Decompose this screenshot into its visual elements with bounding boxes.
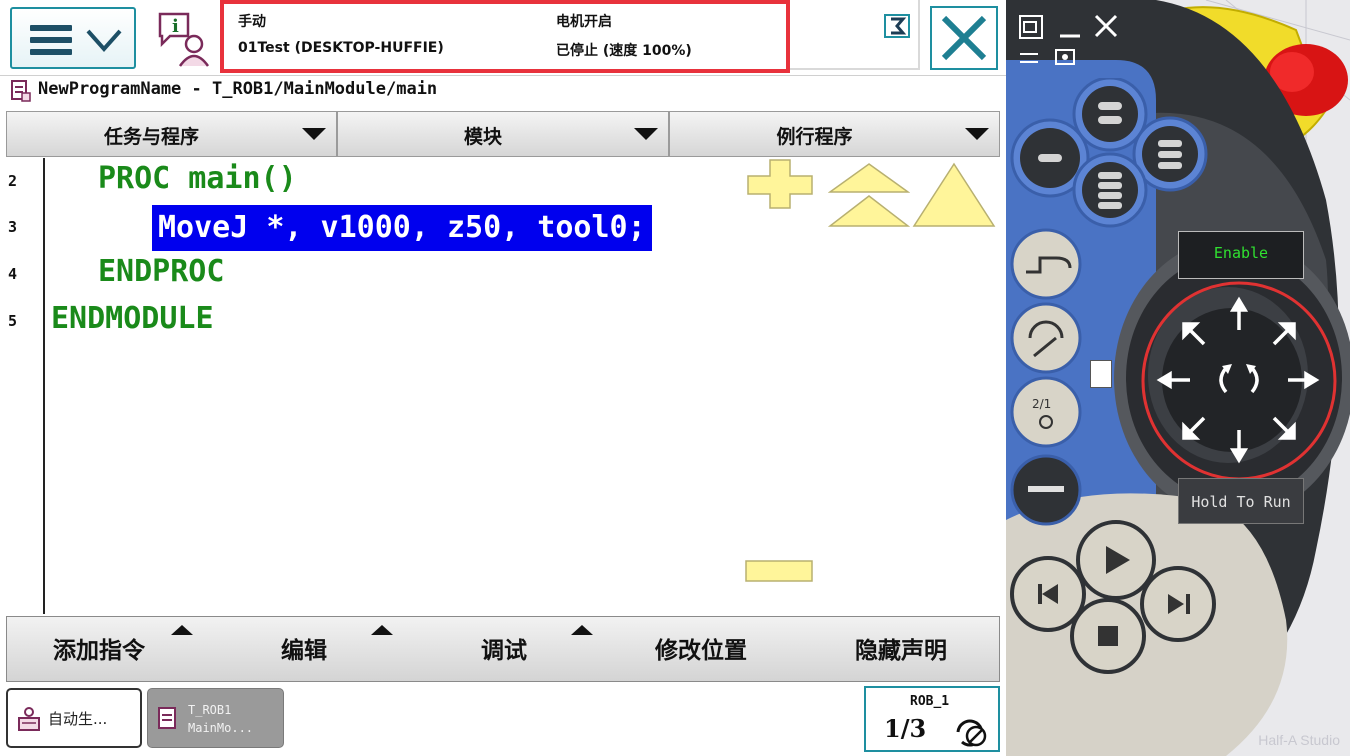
tab-label: 模块 xyxy=(463,126,502,148)
programmable-keys[interactable] xyxy=(1008,78,1228,248)
bottom-command-bar: 添加指令 编辑 调试 修改位置 隐藏声明 xyxy=(6,616,1000,682)
line-number: 3 xyxy=(8,218,18,236)
tab-label: 任务与程序 xyxy=(103,126,199,148)
operation-mode: 手动 xyxy=(238,14,266,30)
minimize-button[interactable] xyxy=(1056,10,1082,36)
joystick-lock-icon[interactable] xyxy=(1090,360,1112,388)
program-path: NewProgramName - T_ROB1/MainModule/main xyxy=(38,79,438,99)
flexpendant-screen: i 手动 电机开启 01Test (DESKTOP-HUFFIE) 已停止 (速… xyxy=(0,0,1006,756)
tab-modules[interactable]: 模块 xyxy=(337,111,669,157)
line-number: 4 xyxy=(8,265,18,283)
hamburger-icon xyxy=(30,25,72,55)
restore-button[interactable] xyxy=(1018,10,1044,36)
controller-name: 01Test (DESKTOP-HUFFIE) xyxy=(238,40,444,56)
increment-off-icon xyxy=(956,719,987,747)
code-editor[interactable]: 2 3 4 5 PROC main() MoveJ *, v1000, z50,… xyxy=(6,158,1000,614)
virtual-pendant-hardware: 2/1 Enable Hold To Run Half-A Studio xyxy=(1006,0,1350,756)
quickset-speed-icon[interactable] xyxy=(884,14,910,38)
svg-text:2/1: 2/1 xyxy=(1032,397,1051,411)
code-line[interactable]: PROC main() xyxy=(98,161,297,196)
status-bar[interactable]: 手动 电机开启 01Test (DESKTOP-HUFFIE) 已停止 (速度 … xyxy=(220,0,790,73)
zoom-out-icon[interactable] xyxy=(744,558,816,586)
breadcrumb: NewProgramName - T_ROB1/MainModule/main xyxy=(0,76,1006,108)
line-number-gutter: 2 3 4 5 xyxy=(6,158,45,614)
svg-text:i: i xyxy=(172,16,179,37)
program-run-state: 已停止 (速度 100%) xyxy=(556,43,692,59)
dropdown-arrow-icon xyxy=(634,128,658,140)
editor-tabs: 任务与程序 模块 例行程序 xyxy=(6,111,1000,157)
close-button[interactable] xyxy=(930,6,998,70)
top-bar: i 手动 电机开启 01Test (DESKTOP-HUFFIE) 已停止 (速… xyxy=(0,0,1006,76)
tab-tasks-and-programs[interactable]: 任务与程序 xyxy=(6,111,337,157)
enable-button[interactable]: Enable xyxy=(1178,231,1304,279)
joystick[interactable] xyxy=(1138,280,1340,484)
hold-to-run-label: Hold To Run xyxy=(1191,493,1291,511)
main-menu-button[interactable] xyxy=(10,7,136,69)
motor-state: 电机开启 xyxy=(556,14,612,30)
menu-up-arrow-icon xyxy=(571,625,593,635)
task-label: 自动生... xyxy=(48,710,108,728)
close-icon xyxy=(941,15,987,61)
chevron-down-icon xyxy=(86,29,122,53)
code-line[interactable]: ENDMODULE xyxy=(51,301,214,336)
program-editor-icon xyxy=(158,707,176,729)
tab-label: 例行程序 xyxy=(776,126,853,148)
task-program-editor[interactable]: T_ROB1 MainMo... xyxy=(147,688,284,748)
menu-up-arrow-icon xyxy=(171,625,193,635)
add-instruction-button[interactable]: 添加指令 xyxy=(53,631,145,665)
line-number: 2 xyxy=(8,172,18,190)
dropdown-arrow-icon xyxy=(965,128,989,140)
selected-code-line[interactable]: MoveJ *, v1000, z50, tool0; xyxy=(152,205,652,251)
watermark: Half-A Studio xyxy=(1258,732,1340,748)
increment-fraction: 1/3 xyxy=(884,714,927,743)
taskbar: 自动生... T_ROB1 MainMo... ROB_1 1/3 xyxy=(0,684,1006,756)
edit-button[interactable]: 编辑 xyxy=(281,631,327,665)
scroll-up-fast-icon[interactable] xyxy=(828,162,910,228)
dropdown-arrow-icon xyxy=(302,128,326,140)
zoom-in-icon[interactable] xyxy=(746,158,816,210)
robot-name: ROB_1 xyxy=(910,694,950,709)
task-auto-generate[interactable]: 自动生... xyxy=(6,688,142,748)
code-line[interactable]: ENDPROC xyxy=(98,254,224,289)
task-label-line2: MainMo... xyxy=(188,721,254,735)
debug-button[interactable]: 调试 xyxy=(481,631,527,665)
modify-position-button[interactable]: 修改位置 xyxy=(655,631,747,665)
quickset-robot-button[interactable]: ROB_1 1/3 xyxy=(864,686,1000,752)
playback-keys[interactable] xyxy=(1008,516,1228,676)
enable-label: Enable xyxy=(1213,244,1269,262)
motion-mode-keys[interactable]: 2/1 xyxy=(1008,228,1092,538)
program-editor-icon xyxy=(11,80,31,102)
menu-up-arrow-icon xyxy=(371,625,393,635)
line-number: 5 xyxy=(8,312,18,330)
hide-declarations-button[interactable]: 隐藏声明 xyxy=(855,631,947,665)
production-window-icon xyxy=(18,707,40,731)
screenshot-camera-icon[interactable] xyxy=(1054,46,1076,64)
swap-icon[interactable] xyxy=(1018,46,1040,64)
close-window-button[interactable] xyxy=(1092,10,1118,36)
event-log-info-icon[interactable]: i xyxy=(156,10,212,68)
scroll-up-icon[interactable] xyxy=(912,162,996,228)
task-label-line1: T_ROB1 xyxy=(188,703,232,717)
tab-routines[interactable]: 例行程序 xyxy=(669,111,1000,157)
